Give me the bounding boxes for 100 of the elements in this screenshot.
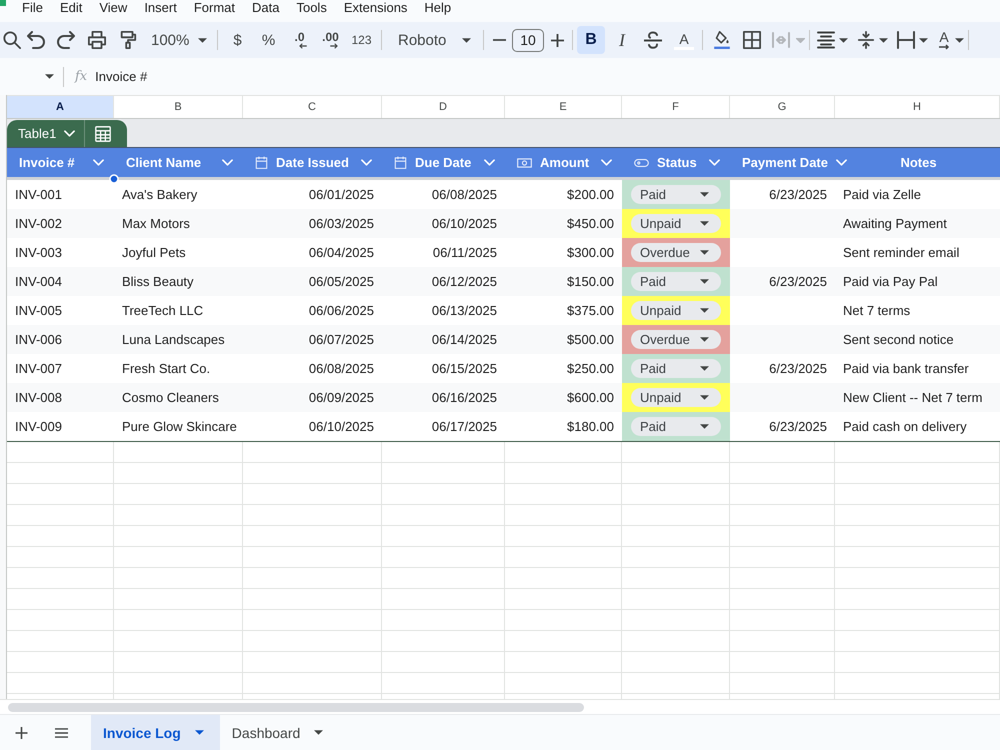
column-letter-header[interactable]: A — [7, 96, 114, 118]
status-dropdown[interactable]: Unpaid — [631, 388, 721, 407]
formula-input-field[interactable]: Invoice # — [95, 69, 148, 84]
table-cell: Paid via Zelle — [843, 187, 922, 202]
caret-down-icon — [700, 366, 709, 371]
status-dropdown[interactable]: Unpaid — [631, 214, 721, 233]
menu-item[interactable]: Help — [424, 0, 452, 15]
borders-icon[interactable] — [743, 31, 761, 49]
table-cell: INV-001 — [15, 187, 62, 202]
menu-item[interactable]: Edit — [60, 0, 82, 15]
table-cell: Cosmo Cleaners — [122, 390, 219, 405]
caret-down-icon[interactable] — [919, 38, 928, 42]
chevron-down-icon[interactable] — [93, 159, 104, 166]
zoom-dropdown[interactable]: 100% — [143, 26, 213, 54]
table-cell: INV-003 — [15, 245, 62, 260]
search-icon[interactable] — [3, 31, 21, 49]
italic-button[interactable]: I — [608, 26, 636, 54]
caret-down-icon[interactable] — [839, 38, 848, 42]
function-label: fx — [75, 69, 88, 84]
status-dropdown[interactable]: Unpaid — [631, 301, 721, 320]
menu-item[interactable]: Format — [194, 0, 235, 15]
caret-down-icon[interactable] — [879, 38, 888, 42]
plus-icon[interactable] — [550, 34, 564, 46]
table-cell: 6/23/2025 — [769, 274, 827, 289]
menu-item[interactable]: Tools — [296, 0, 327, 15]
status-dropdown[interactable]: Overdue — [631, 330, 721, 349]
increase-decimal-button[interactable]: .00 — [315, 26, 346, 54]
column-letter-header[interactable]: D — [382, 96, 505, 118]
table-cell: 06/11/2025 — [432, 245, 497, 260]
status-dropdown[interactable]: Paid — [631, 359, 721, 378]
chevron-down-icon[interactable] — [222, 159, 233, 166]
font-size-field[interactable]: 10 — [512, 28, 544, 52]
chevron-down-icon — [64, 130, 76, 137]
status-dropdown[interactable]: Paid — [631, 185, 721, 204]
print-icon[interactable] — [88, 31, 106, 49]
column-letter-header[interactable]: C — [243, 96, 382, 118]
minus-icon[interactable] — [492, 39, 506, 41]
table-cell: 06/08/2025 — [432, 187, 497, 202]
status-dropdown[interactable]: Paid — [631, 272, 721, 291]
text-color-button[interactable]: A — [674, 30, 694, 50]
column-letter-header[interactable]: F — [622, 96, 730, 118]
paint-roller-icon[interactable] — [118, 31, 136, 49]
arrow-right-icon — [328, 43, 338, 49]
column-letter-header[interactable]: E — [505, 96, 622, 118]
table-cell: 06/17/2025 — [432, 419, 497, 434]
column-letter-header[interactable]: B — [114, 96, 243, 118]
text-rotation-button[interactable]: A — [934, 26, 954, 54]
decrease-decimal-button[interactable]: .0 — [284, 26, 315, 54]
table-cell: INV-008 — [15, 390, 62, 405]
chevron-down-icon[interactable] — [484, 159, 495, 166]
chevron-down-icon[interactable] — [836, 159, 847, 166]
table-cell: INV-009 — [15, 419, 62, 434]
table-cell: Pure Glow Skincare — [122, 419, 237, 434]
font-dropdown[interactable]: Roboto — [386, 26, 479, 54]
table-cell: Paid via bank transfer — [843, 361, 969, 376]
arrow-left-icon — [298, 43, 308, 49]
menu-item[interactable]: Extensions — [344, 0, 408, 15]
scrollbar-thumb[interactable] — [8, 702, 584, 712]
caret-down-icon[interactable] — [45, 74, 54, 79]
text-wrap-icon[interactable] — [897, 31, 915, 49]
selection-handle-icon[interactable] — [109, 174, 119, 184]
number-format-button[interactable]: 123 — [346, 26, 377, 54]
chevron-down-icon[interactable] — [361, 159, 372, 166]
table-cell: INV-005 — [15, 303, 62, 318]
table-icon[interactable] — [95, 126, 112, 142]
bold-button[interactable]: B — [577, 26, 605, 54]
menu-item[interactable]: File — [22, 0, 43, 15]
sheet-tab[interactable]: Invoice Log — [91, 715, 220, 750]
redo-icon[interactable] — [56, 31, 74, 49]
plus-icon[interactable] — [14, 726, 28, 738]
table-cell: $200.00 — [567, 187, 614, 202]
menu-item[interactable]: Insert — [144, 0, 177, 15]
status-dropdown[interactable]: Paid — [631, 417, 721, 436]
chevron-down-icon[interactable] — [709, 159, 720, 166]
menu-item[interactable]: Data — [252, 0, 280, 15]
caret-down-icon — [198, 38, 207, 42]
column-header: Amount — [540, 155, 590, 170]
chevron-down-icon[interactable] — [601, 159, 612, 166]
chip-icon — [634, 158, 649, 168]
paint-bucket-icon[interactable] — [713, 31, 731, 49]
percent-format-button[interactable]: % — [253, 26, 284, 54]
sheet-tab[interactable]: Dashboard — [220, 715, 340, 750]
column-letter-header[interactable]: G — [730, 96, 835, 118]
table-cell: 06/12/2025 — [432, 274, 497, 289]
table-name-dropdown[interactable]: Table1 — [7, 120, 84, 147]
align-center-icon[interactable] — [817, 31, 835, 49]
table-cell: Bliss Beauty — [122, 274, 194, 289]
column-letter-header[interactable]: H — [835, 96, 1000, 118]
undo-icon[interactable] — [27, 31, 45, 49]
caret-down-icon — [700, 308, 709, 313]
caret-down-icon — [314, 730, 324, 735]
table-cell: Fresh Start Co. — [122, 361, 210, 376]
vertical-align-icon[interactable] — [857, 31, 875, 49]
menu-icon[interactable] — [54, 726, 68, 738]
table-cell: 06/15/2025 — [432, 361, 497, 376]
table-cell: 06/07/2025 — [308, 332, 374, 347]
menu-item[interactable]: View — [99, 0, 128, 15]
caret-down-icon[interactable] — [955, 38, 964, 42]
currency-format-button[interactable]: $ — [222, 26, 253, 54]
status-dropdown[interactable]: Overdue — [631, 243, 721, 262]
